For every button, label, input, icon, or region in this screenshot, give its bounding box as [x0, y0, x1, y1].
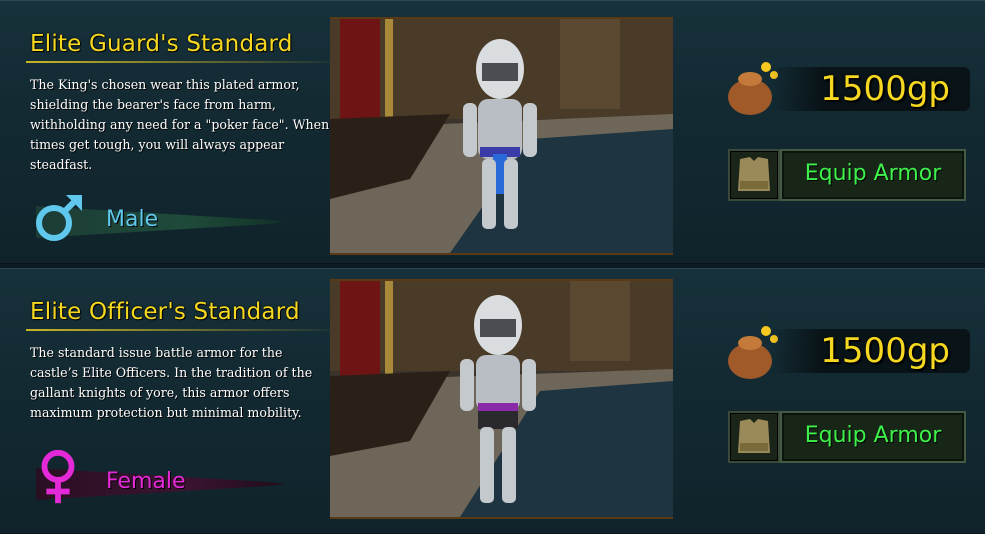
armor-preview-scene: [330, 281, 673, 517]
female-symbol-icon: [41, 449, 75, 504]
price-text: 1500gp: [820, 69, 950, 109]
gender-label: Male: [106, 207, 159, 232]
title-divider: [26, 61, 346, 63]
price-box: 1500gp: [770, 329, 970, 373]
equip-armor-button[interactable]: Equip Armor: [780, 411, 966, 463]
armor-preview: [330, 279, 673, 519]
armor-card-elite-guard: Elite Guard's Standard The King's chosen…: [0, 0, 985, 264]
gender-label: Female: [106, 469, 186, 494]
armor-icon-slot: [728, 149, 780, 201]
armor-title: Elite Officer's Standard: [30, 299, 300, 325]
price-text: 1500gp: [820, 331, 950, 371]
armor-preview-scene: [330, 19, 673, 253]
title-divider: [26, 329, 346, 331]
armor-preview: [330, 17, 673, 255]
equip-armor-button[interactable]: Equip Armor: [780, 149, 966, 201]
armor-card-elite-officer: Elite Officer's Standard The standard is…: [0, 268, 985, 534]
price-box: 1500gp: [770, 67, 970, 111]
armor-icon-slot: [728, 411, 780, 463]
armor-title: Elite Guard's Standard: [30, 31, 293, 57]
male-symbol-icon: [36, 195, 82, 241]
armor-chest-icon: [738, 419, 770, 453]
armor-description: The standard issue battle armor for the …: [30, 345, 313, 420]
armor-description: The King's chosen wear this plated armor…: [30, 77, 330, 172]
armor-chest-icon: [738, 157, 770, 191]
